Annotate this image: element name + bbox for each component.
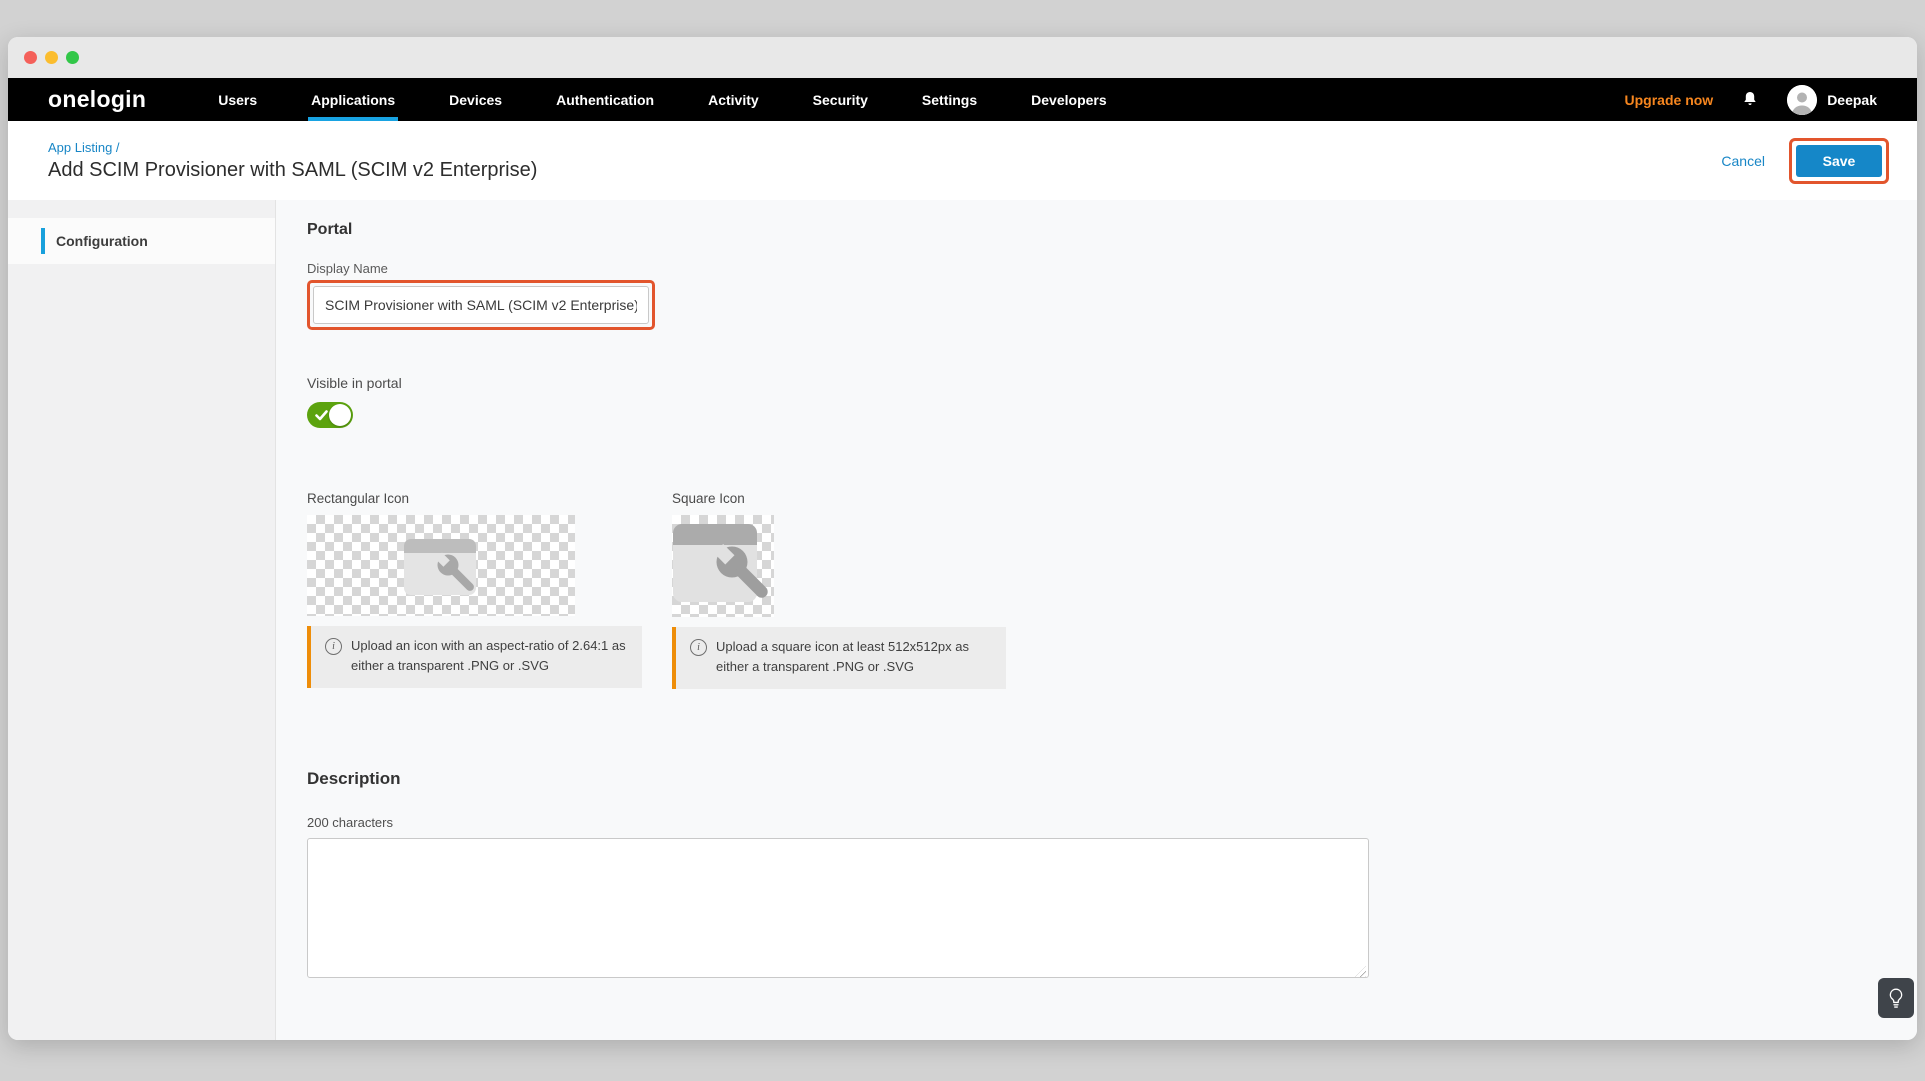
app-wrench-icon xyxy=(672,515,774,617)
square-icon-label: Square Icon xyxy=(672,491,1006,507)
page-body: Configuration Portal Display Name Visibl… xyxy=(8,200,1917,1040)
rectangular-icon-hint: i Upload an icon with an aspect-ratio of… xyxy=(307,626,642,688)
display-name-label: Display Name xyxy=(307,261,1917,276)
bell-icon xyxy=(1741,90,1759,109)
sidebar: Configuration xyxy=(8,200,276,1040)
active-indicator-bar xyxy=(41,228,45,254)
rectangular-icon-hint-text: Upload an icon with an aspect-ratio of 2… xyxy=(351,636,628,678)
lightbulb-icon xyxy=(1888,987,1904,1009)
character-limit-label: 200 characters xyxy=(307,815,1917,830)
nav-item-devices[interactable]: Devices xyxy=(449,78,502,121)
page-header-actions: Cancel Save xyxy=(1721,138,1889,184)
nav-item-applications[interactable]: Applications xyxy=(311,78,395,121)
cancel-button[interactable]: Cancel xyxy=(1721,153,1765,169)
nav-item-developers[interactable]: Developers xyxy=(1031,78,1106,121)
save-button[interactable]: Save xyxy=(1796,145,1882,177)
nav-item-authentication[interactable]: Authentication xyxy=(556,78,654,121)
visible-in-portal-toggle[interactable] xyxy=(307,402,353,428)
breadcrumb[interactable]: App Listing / xyxy=(48,140,537,155)
person-icon xyxy=(1787,85,1817,115)
nav-menu: Users Applications Devices Authenticatio… xyxy=(218,78,1106,121)
close-window-button[interactable] xyxy=(24,51,37,64)
nav-item-users[interactable]: Users xyxy=(218,78,257,121)
display-name-input[interactable] xyxy=(313,286,649,324)
page-title: Add SCIM Provisioner with SAML (SCIM v2 … xyxy=(48,159,537,182)
description-field-wrap xyxy=(307,830,1369,983)
square-icon-column: Square Icon xyxy=(672,491,1006,689)
info-icon: i xyxy=(325,638,342,655)
notifications-bell-icon[interactable] xyxy=(1739,89,1761,111)
annotation-highlight-display-name xyxy=(307,280,655,330)
toggle-knob xyxy=(329,404,351,426)
check-icon xyxy=(315,409,328,422)
sidebar-item-label: Configuration xyxy=(56,233,148,249)
rectangular-icon-label: Rectangular Icon xyxy=(307,491,642,507)
zoom-window-button[interactable] xyxy=(66,51,79,64)
rectangular-icon-preview xyxy=(307,515,575,616)
desktop-background: onelogin Users Applications Devices Auth… xyxy=(0,0,1925,1081)
portal-section-heading: Portal xyxy=(307,220,1917,239)
nav-item-settings[interactable]: Settings xyxy=(922,78,977,121)
icon-upload-section: Rectangular Icon xyxy=(307,491,1917,689)
square-icon-hint-text: Upload a square icon at least 512x512px … xyxy=(716,637,992,679)
description-textarea[interactable] xyxy=(307,838,1369,978)
nav-item-activity[interactable]: Activity xyxy=(708,78,759,121)
description-section-heading: Description xyxy=(307,769,1917,789)
help-lightbulb-button[interactable] xyxy=(1878,978,1914,1018)
onelogin-logo[interactable]: onelogin xyxy=(48,78,146,121)
user-name: Deepak xyxy=(1827,92,1877,108)
browser-window: onelogin Users Applications Devices Auth… xyxy=(8,37,1917,1040)
square-icon-hint: i Upload a square icon at least 512x512p… xyxy=(672,627,1006,689)
sidebar-item-configuration[interactable]: Configuration xyxy=(8,218,275,264)
rectangular-icon-column: Rectangular Icon xyxy=(307,491,642,689)
main-content: Portal Display Name Visible in portal Re… xyxy=(276,200,1917,1040)
window-controls xyxy=(24,51,79,64)
window-titlebar xyxy=(8,37,1917,78)
square-icon-preview xyxy=(672,515,774,617)
upgrade-now-link[interactable]: Upgrade now xyxy=(1625,92,1714,108)
nav-right-section: Upgrade now Deepak xyxy=(1625,78,1877,121)
page-header: App Listing / Add SCIM Provisioner with … xyxy=(8,121,1917,200)
app-wrench-icon xyxy=(307,515,575,616)
visible-in-portal-label: Visible in portal xyxy=(307,375,1917,391)
info-icon: i xyxy=(690,639,707,656)
avatar xyxy=(1787,85,1817,115)
nav-item-security[interactable]: Security xyxy=(813,78,868,121)
user-menu[interactable]: Deepak xyxy=(1787,85,1877,115)
minimize-window-button[interactable] xyxy=(45,51,58,64)
annotation-highlight-save: Save xyxy=(1789,138,1889,184)
page-header-titles: App Listing / Add SCIM Provisioner with … xyxy=(48,140,537,182)
top-navigation-bar: onelogin Users Applications Devices Auth… xyxy=(8,78,1917,121)
